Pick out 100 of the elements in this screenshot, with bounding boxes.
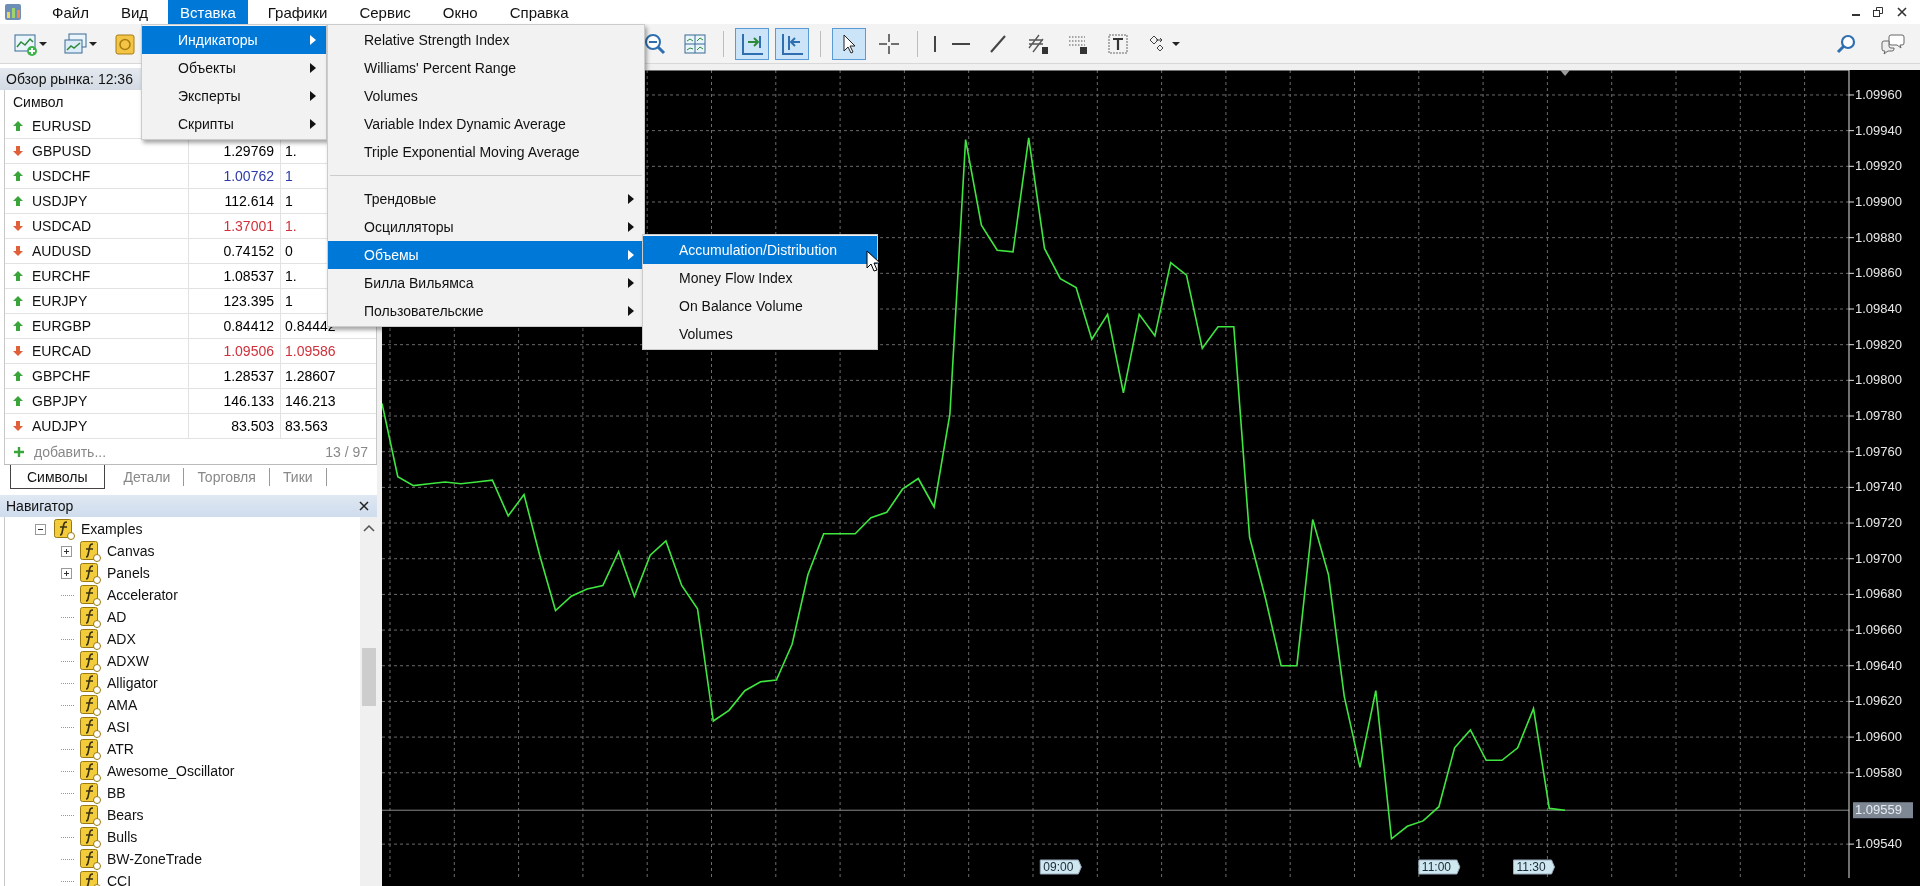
menu-item[interactable]: Money Flow Index	[643, 264, 877, 292]
zoom-out-icon	[643, 31, 667, 56]
menu-item[interactable]: Volumes	[643, 320, 877, 348]
minimize-icon	[1852, 14, 1860, 16]
menu-item[interactable]: Скрипты	[142, 110, 326, 138]
add-symbol-link[interactable]: добавить...	[34, 443, 107, 460]
symbol-name: GBPJPY	[32, 392, 88, 411]
arrow-left-icon	[780, 31, 804, 56]
scrollbar[interactable]	[360, 517, 377, 886]
scrollbar-thumb[interactable]	[361, 648, 376, 706]
price-label: 1.09760	[1855, 443, 1902, 459]
arrow-right-icon	[740, 31, 764, 56]
plus-icon	[13, 445, 25, 458]
tree-item[interactable]: Alligator	[107, 675, 158, 691]
price-label: 1.09880	[1855, 229, 1902, 245]
price-label: 1.09540	[1855, 836, 1902, 852]
symbol-name: EURCHF	[32, 267, 91, 286]
price-label: 1.09700	[1855, 550, 1902, 566]
cursor-button[interactable]	[832, 27, 866, 60]
chart-shift-marker	[1560, 70, 1571, 76]
menu-item[interactable]: Графики	[255, 0, 340, 24]
price-label: 1.09940	[1855, 122, 1902, 138]
grid-icon	[683, 31, 707, 56]
panel-title: Навигатор	[6, 497, 74, 516]
tree-item[interactable]: CCI	[107, 873, 132, 886]
tree-item[interactable]: Panels	[107, 565, 150, 581]
menu-item[interactable]: Файл	[40, 0, 101, 24]
function-icon	[80, 848, 101, 870]
menu-item[interactable]: Вид	[108, 0, 161, 24]
menu-item[interactable]: Сервис	[347, 0, 423, 24]
tree-item[interactable]: Awesome_Oscillator	[107, 763, 235, 779]
close-icon	[359, 501, 369, 511]
bid-price: 83.503	[188, 414, 280, 438]
time-label: 11:00	[1418, 859, 1461, 875]
tree-item[interactable]: ASI	[107, 719, 130, 735]
bid-price: 1.08537	[188, 264, 280, 288]
price-label: 1.09580	[1855, 764, 1902, 780]
tree-item[interactable]: Canvas	[107, 543, 155, 559]
panel-tab[interactable]: Детали	[110, 468, 185, 486]
autoscroll-button[interactable]	[735, 27, 769, 60]
menu-item[interactable]: Окно	[430, 0, 490, 24]
menu-item[interactable]: Accumulation/Distribution	[643, 236, 877, 264]
tree-item[interactable]: BW-ZoneTrade	[107, 851, 202, 867]
menu-item[interactable]: Relative Strength Index	[328, 26, 644, 54]
function-icon	[54, 518, 75, 540]
function-icon	[80, 716, 101, 738]
function-icon	[80, 760, 101, 782]
symbol-count: 13 / 97	[325, 443, 368, 460]
menu-item[interactable]: Справка	[497, 0, 581, 24]
mouse-cursor-icon	[866, 250, 880, 272]
bid-price: 0.74152	[188, 239, 280, 263]
tree-item[interactable]: Bears	[107, 807, 144, 823]
text-box-icon	[1106, 31, 1130, 56]
panel-tab[interactable]: Торговля	[184, 468, 270, 486]
vertical-line-icon	[934, 35, 936, 52]
menu-item[interactable]: Индикаторы	[142, 26, 326, 54]
function-icon	[80, 826, 101, 848]
tree-item[interactable]: AD	[107, 609, 127, 625]
time-label: 09:00	[1039, 859, 1082, 875]
function-icon	[80, 650, 101, 672]
x-tick-label: 09:00	[1043, 860, 1074, 874]
windows-icon	[63, 31, 87, 56]
tree-item[interactable]: BB	[107, 785, 126, 801]
scroll-up-icon	[362, 525, 375, 532]
price-label: 1.09740	[1855, 479, 1902, 495]
crosshair-icon	[877, 31, 901, 56]
panel-tab[interactable]: Тики	[269, 468, 327, 486]
tree-item[interactable]: Accelerator	[107, 587, 178, 603]
tree-item[interactable]: AMA	[107, 697, 138, 713]
price-label: 1.09640	[1855, 657, 1902, 673]
tree-item[interactable]: ADXW	[107, 653, 149, 669]
menu-item[interactable]: Variable Index Dynamic Average	[328, 110, 644, 138]
symbol-name: EURJPY	[32, 292, 88, 311]
ask-price: 83.563	[280, 414, 375, 438]
menu-item[interactable]: Вставка	[168, 0, 248, 24]
tree-item[interactable]: Examples	[81, 521, 143, 537]
function-icon	[80, 804, 101, 826]
menu-item[interactable]: On Balance Volume	[643, 292, 877, 320]
symbol-name: AUDJPY	[32, 417, 88, 436]
tree-item[interactable]: Bulls	[107, 829, 138, 845]
ask-price: 1.28607	[280, 364, 375, 388]
symbol-name: USDCAD	[32, 217, 92, 236]
panel-tab[interactable]: Символы	[10, 465, 105, 489]
bid-price: 146.133	[188, 389, 280, 413]
tree-item[interactable]: ATR	[107, 741, 134, 757]
symbol-name: GBPUSD	[32, 142, 92, 161]
tree-item[interactable]: ADX	[107, 631, 136, 647]
price-label: 1.09840	[1855, 301, 1902, 316]
bid-price: 112.614	[188, 189, 280, 213]
price-label: 1.09900	[1855, 194, 1902, 209]
chart-plus-icon	[13, 31, 37, 56]
restore-icon	[1872, 6, 1884, 18]
menu-item[interactable]: Объемы	[328, 241, 644, 269]
bid-price: 123.395	[188, 289, 280, 313]
symbol-name: EURUSD	[32, 117, 92, 136]
price-label: 1.09920	[1855, 158, 1902, 174]
price-label: 1.09960	[1855, 86, 1902, 102]
coin-icon	[113, 31, 137, 56]
current-price-label: 1.09559	[1853, 802, 1913, 819]
chart-shift-button[interactable]	[775, 27, 809, 60]
